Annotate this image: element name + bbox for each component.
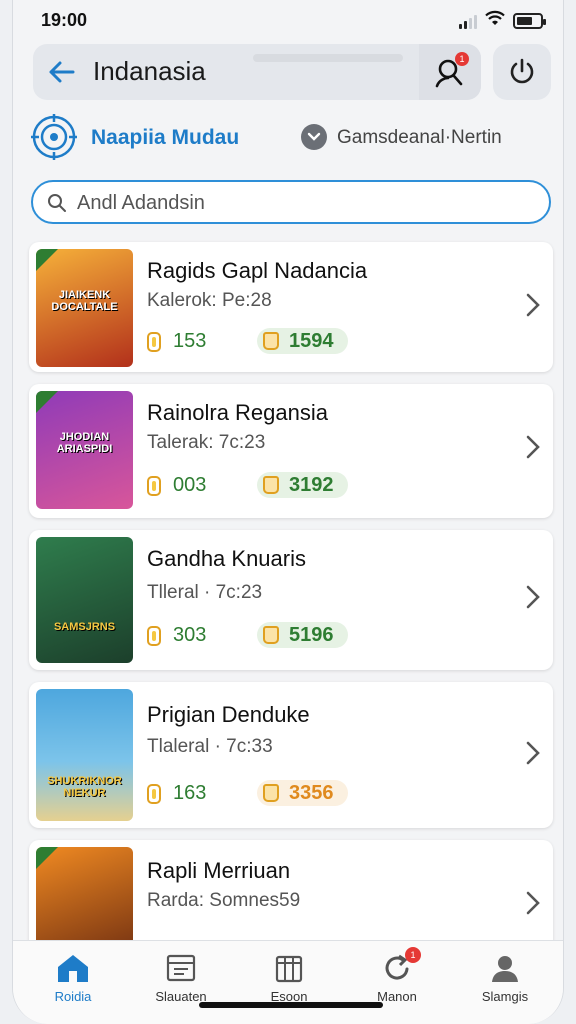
battery-icon bbox=[513, 12, 546, 29]
list-item[interactable]: SAMSJRNS Gandha Knuaris Tlleral · 7c:23 … bbox=[29, 530, 553, 670]
coin-icon bbox=[147, 625, 161, 646]
filter-row: Naapiia Mudau Gamsdeanal·Nertin bbox=[31, 112, 551, 162]
coin-count: 003 bbox=[173, 474, 207, 496]
top-bar: Indanasia bbox=[33, 44, 481, 100]
game-subtitle: Rarda: Somnes59 bbox=[147, 890, 301, 911]
tab-label: Slamgis bbox=[481, 989, 529, 1004]
bag-count: 1594 bbox=[289, 329, 334, 352]
power-button[interactable] bbox=[493, 44, 551, 100]
bag-stat: 5196 bbox=[257, 622, 348, 648]
tab-profile[interactable]: Slamgis bbox=[455, 951, 555, 1004]
game-title: Ragids Gapl Nadancia bbox=[147, 258, 368, 283]
coin-icon bbox=[147, 783, 161, 804]
game-title: Rainolra Regansia bbox=[147, 400, 328, 425]
back-arrow-icon[interactable] bbox=[45, 56, 77, 88]
bag-icon bbox=[263, 784, 279, 802]
game-cover: SAMSJRNS bbox=[36, 537, 133, 663]
coin-stat: 163 bbox=[147, 782, 206, 805]
game-cover: SHUKRIKNOR NIEKUR bbox=[36, 689, 133, 821]
tab-home[interactable]: Roidia bbox=[23, 951, 123, 1004]
search-input[interactable] bbox=[77, 190, 517, 216]
page-title: Indanasia bbox=[93, 56, 206, 86]
chevron-right-icon[interactable] bbox=[525, 434, 541, 460]
game-subtitle: Tlaleral · 7c:33 bbox=[147, 736, 273, 757]
chevron-right-icon[interactable] bbox=[525, 584, 541, 610]
columns-icon bbox=[275, 955, 303, 983]
game-cover: JIAIKENK DOCALTALE bbox=[36, 249, 133, 367]
bag-icon bbox=[263, 626, 279, 644]
game-cover: JHODIAN ARIASPIDI bbox=[36, 391, 133, 509]
list-item[interactable]: JHODIAN ARIASPIDI Rainolra Regansia Tale… bbox=[29, 384, 553, 518]
tab-columns[interactable]: Esoon bbox=[239, 951, 339, 1004]
notification-badge: 1 bbox=[455, 52, 469, 66]
coin-count: 153 bbox=[173, 330, 207, 352]
game-subtitle: Talerak: 7c:23 bbox=[147, 432, 266, 453]
status-icons bbox=[459, 10, 546, 31]
target-icon bbox=[31, 112, 77, 162]
bag-icon bbox=[263, 476, 279, 494]
bag-count: 3192 bbox=[289, 473, 334, 496]
corner-tag bbox=[36, 249, 58, 271]
game-subtitle: Kalerok: Pe:28 bbox=[147, 290, 272, 311]
bottom-tab-bar: Roidia Slauaten Esoon 1 Manon Slamgis bbox=[13, 940, 563, 1024]
user-search-button[interactable]: 1 bbox=[419, 44, 481, 100]
game-subtitle: Tlleral · 7c:23 bbox=[147, 582, 263, 603]
coin-stat: 153 bbox=[147, 330, 206, 353]
cover-caption: SHUKRIKNOR NIEKUR bbox=[47, 775, 122, 799]
search-bar[interactable] bbox=[31, 180, 551, 224]
list-item[interactable]: SHUKRIKNOR NIEKUR Prigian Denduke Tlaler… bbox=[29, 682, 553, 828]
tab-window[interactable]: Slauaten bbox=[131, 951, 231, 1004]
chevron-right-icon[interactable] bbox=[525, 292, 541, 318]
signal-icon bbox=[459, 13, 477, 29]
search-icon bbox=[48, 194, 66, 212]
power-icon bbox=[510, 58, 534, 84]
coin-count: 163 bbox=[173, 782, 207, 804]
person-icon bbox=[492, 956, 518, 982]
corner-tag bbox=[36, 847, 58, 869]
bag-stat: 1594 bbox=[257, 328, 348, 354]
status-bar: 19:00 bbox=[13, 0, 563, 40]
title-underline bbox=[253, 54, 403, 62]
game-title: Rapli Merriuan bbox=[147, 858, 291, 883]
chevron-down-icon[interactable] bbox=[301, 124, 327, 150]
game-title: Prigian Denduke bbox=[147, 702, 310, 727]
status-time: 19:00 bbox=[41, 10, 88, 30]
bag-count: 3356 bbox=[289, 781, 334, 804]
chevron-right-icon[interactable] bbox=[525, 740, 541, 766]
cover-caption: JIAIKENK DOCALTALE bbox=[51, 289, 118, 313]
filter-primary[interactable]: Naapiia Mudau bbox=[91, 126, 239, 150]
coin-icon bbox=[147, 331, 161, 352]
tab-badge: 1 bbox=[405, 947, 421, 963]
home-indicator bbox=[199, 1002, 383, 1008]
tab-refresh[interactable]: 1 Manon bbox=[347, 947, 447, 1004]
cover-caption: JHODIAN ARIASPIDI bbox=[56, 431, 113, 455]
game-title: Gandha Knuaris bbox=[147, 546, 306, 571]
window-icon bbox=[166, 954, 196, 982]
coin-count: 303 bbox=[173, 624, 207, 646]
coin-stat: 003 bbox=[147, 474, 206, 497]
bag-stat: 3192 bbox=[257, 472, 348, 498]
tab-label: Roidia bbox=[54, 989, 92, 1004]
coin-icon bbox=[147, 475, 161, 496]
wifi-icon bbox=[485, 10, 505, 31]
coin-stat: 303 bbox=[147, 624, 206, 647]
bag-stat: 3356 bbox=[257, 780, 348, 806]
filter-secondary[interactable]: Gamsdeanal·Nertin bbox=[337, 127, 502, 149]
phone-screen: 19:00 Indanasia 1 Naapiia Mudau Gamsdean… bbox=[12, 0, 564, 1024]
list-item[interactable]: JIAIKENK DOCALTALE Ragids Gapl Nadancia … bbox=[29, 242, 553, 372]
corner-tag bbox=[36, 391, 58, 413]
home-icon bbox=[58, 955, 88, 982]
chevron-right-icon[interactable] bbox=[525, 890, 541, 916]
bag-icon bbox=[263, 332, 279, 350]
bag-count: 5196 bbox=[289, 623, 334, 646]
cover-caption: SAMSJRNS bbox=[53, 621, 116, 633]
